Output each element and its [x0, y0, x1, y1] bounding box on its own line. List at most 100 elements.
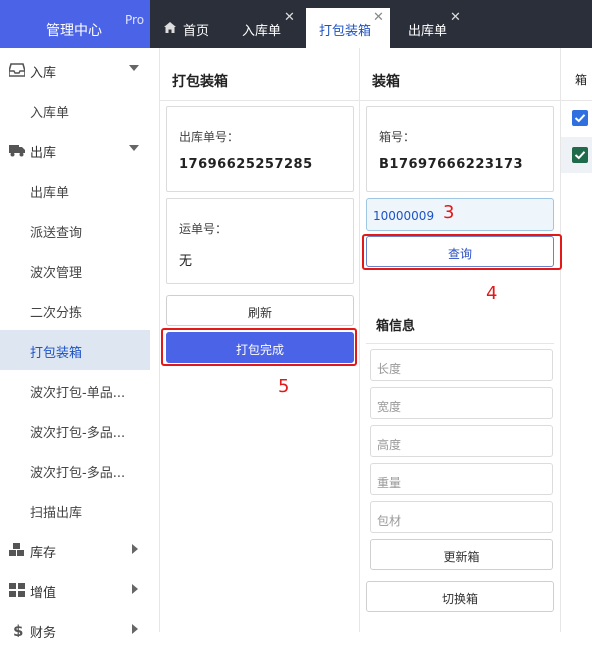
- right-panel-title: 箱: [575, 73, 588, 87]
- sidebar-item-label: 派送查询: [30, 226, 83, 241]
- sidebar-item-delivery-query[interactable]: 派送查询: [0, 210, 150, 250]
- tab-outbound-order-close-icon[interactable]: ✕: [450, 10, 461, 25]
- weight-input-placeholder: 重量: [377, 476, 402, 490]
- box-number-input-value: 10000009: [373, 209, 435, 223]
- checkbox-checked[interactable]: [572, 147, 588, 163]
- waybill-card: 运单号： 无: [166, 198, 354, 284]
- sidebar-item-value-added[interactable]: 增值: [0, 570, 150, 610]
- sidebar-item-wave-management[interactable]: 波次管理: [0, 250, 150, 290]
- sidebar-item-inbound-order[interactable]: 入库单: [0, 90, 150, 130]
- divider: [366, 343, 554, 344]
- box-number-value: B17697666223173: [379, 157, 524, 172]
- box-info-title: 箱信息: [376, 319, 416, 334]
- pro-badge: Pro: [125, 13, 145, 27]
- annotation-number-4: 4: [486, 283, 498, 304]
- sidebar-item-outbound[interactable]: 出库: [0, 130, 150, 170]
- sidebar-item-outbound-order[interactable]: 出库单: [0, 170, 150, 210]
- box-panel-title: 装箱: [372, 74, 400, 90]
- height-input-placeholder: 高度: [377, 438, 402, 452]
- outbound-order-value: 17696625257285: [179, 157, 313, 172]
- sidebar-item-label: 扫描出库: [30, 506, 83, 521]
- sidebar-item-finance[interactable]: $ 财务: [0, 610, 150, 650]
- tab-inbound-order[interactable]: 入库单 ✕: [228, 8, 304, 48]
- app-title: 管理中心: [46, 23, 102, 39]
- chevron-right-icon: [132, 624, 138, 634]
- divider: [159, 48, 160, 632]
- switch-box-button-label: 切换箱: [441, 592, 478, 606]
- tab-pack-box-label: 打包装箱: [319, 24, 372, 39]
- tab-pack-box[interactable]: 打包装箱 ✕: [306, 8, 390, 48]
- sidebar-item-label: 打包装箱: [30, 346, 83, 361]
- divider: [561, 100, 592, 101]
- sidebar-item-label: 波次打包-多品...: [30, 466, 126, 481]
- sidebar-item-label: 入库单: [30, 106, 70, 121]
- dollar-icon: $: [13, 623, 23, 637]
- divider: [560, 48, 561, 632]
- tab-inbound-order-label: 入库单: [242, 24, 282, 39]
- annotation-box-4: [362, 234, 562, 270]
- annotation-box-5: [161, 328, 357, 366]
- inbox-icon: [9, 63, 25, 77]
- sidebar-item-label: 库存: [30, 546, 57, 561]
- check-icon: [574, 151, 586, 160]
- sidebar-item-inbound[interactable]: 入库: [0, 50, 150, 90]
- height-input[interactable]: 高度: [370, 425, 553, 457]
- sidebar-item-label: 入库: [30, 66, 57, 81]
- box-number-input[interactable]: 10000009: [366, 198, 554, 231]
- update-box-button-label: 更新箱: [443, 550, 480, 564]
- waybill-label: 运单号：: [179, 222, 228, 236]
- app-brand[interactable]: 管理中心 Pro: [0, 0, 150, 48]
- width-input[interactable]: 宽度: [370, 387, 553, 419]
- sidebar-item-wave-pack-multi-2[interactable]: 波次打包-多品...: [0, 450, 150, 490]
- sidebar-item-label: 波次打包-多品...: [30, 426, 126, 441]
- weight-input[interactable]: 重量: [370, 463, 553, 495]
- divider: [160, 100, 359, 101]
- top-bar: 管理中心 Pro 首页 入库单 ✕ 打包装箱 ✕ 出库单 ✕: [0, 0, 592, 48]
- length-input-placeholder: 长度: [377, 362, 402, 376]
- grid-icon: [9, 583, 25, 597]
- switch-box-button[interactable]: 切换箱: [366, 581, 554, 612]
- sidebar-item-wave-pack-single[interactable]: 波次打包-单品...: [0, 370, 150, 410]
- divider: [359, 48, 360, 632]
- outbound-order-label: 出库单号：: [179, 130, 240, 144]
- sidebar-item-label: 波次管理: [30, 266, 83, 281]
- sidebar-item-label: 二次分拣: [30, 306, 83, 321]
- material-input[interactable]: 包材: [370, 501, 553, 533]
- sidebar: 入库 入库单 出库 出库单 派送查询 波次管理 二次分拣 打包装箱 波次打包-单…: [0, 48, 150, 641]
- box-number-card: 箱号： B17697666223173: [366, 106, 554, 192]
- home-icon: [164, 22, 176, 33]
- chevron-down-icon: [129, 65, 139, 71]
- chevron-down-icon: [129, 145, 139, 151]
- check-icon: [574, 114, 586, 123]
- sidebar-item-pack-box[interactable]: 打包装箱: [0, 330, 150, 370]
- checkbox-checked[interactable]: [572, 110, 588, 126]
- pack-panel-title: 打包装箱: [172, 74, 228, 90]
- chevron-right-icon: [132, 584, 138, 594]
- refresh-button-label: 刷新: [247, 306, 272, 320]
- annotation-number-5: 5: [278, 376, 290, 397]
- svg-text:$: $: [13, 623, 23, 637]
- tab-pack-box-close-icon[interactable]: ✕: [373, 10, 384, 25]
- tab-outbound-order[interactable]: 出库单 ✕: [394, 8, 470, 48]
- sidebar-item-label: 波次打包-单品...: [30, 386, 126, 401]
- length-input[interactable]: 长度: [370, 349, 553, 381]
- sidebar-item-wave-pack-multi-1[interactable]: 波次打包-多品...: [0, 410, 150, 450]
- cubes-icon: [9, 543, 24, 556]
- sidebar-item-inventory[interactable]: 库存: [0, 530, 150, 570]
- update-box-button[interactable]: 更新箱: [370, 539, 553, 570]
- box-number-label: 箱号：: [379, 130, 416, 144]
- tab-home[interactable]: 首页: [150, 8, 228, 48]
- sidebar-item-scan-outbound[interactable]: 扫描出库: [0, 490, 150, 530]
- refresh-button[interactable]: 刷新: [166, 295, 354, 326]
- annotation-number-3: 3: [443, 202, 455, 223]
- truck-icon: [9, 145, 25, 157]
- chevron-right-icon: [132, 544, 138, 554]
- sidebar-item-secondary-sort[interactable]: 二次分拣: [0, 290, 150, 330]
- waybill-value: 无: [179, 254, 193, 269]
- sidebar-item-label: 增值: [30, 586, 57, 601]
- sidebar-item-label: 出库: [30, 146, 57, 161]
- tab-outbound-order-label: 出库单: [408, 24, 448, 39]
- tab-home-label: 首页: [183, 24, 210, 39]
- divider: [360, 100, 560, 101]
- tab-inbound-order-close-icon[interactable]: ✕: [284, 10, 295, 25]
